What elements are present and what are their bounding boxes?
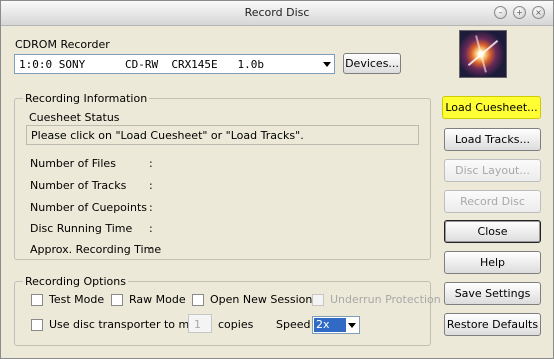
underrun-protection-label[interactable]: Underrun Protection [330,293,441,306]
load-cuesheet-button[interactable]: Load Cuesheet... [442,96,541,119]
window-title: Record Disc [244,6,310,19]
open-new-session-checkbox[interactable] [192,294,204,306]
test-mode-label[interactable]: Test Mode [49,293,104,306]
cuesheet-status-text: Please click on "Load Cuesheet" or "Load… [31,129,304,142]
disc-transporter-label[interactable]: Use disc transporter to make [49,318,209,331]
number-of-cuepoints-value: : [149,201,153,214]
minimize-icon[interactable]: – [494,6,507,19]
save-settings-button[interactable]: Save Settings [444,282,541,305]
title-bar[interactable]: Record Disc – + × [1,1,553,26]
cuesheet-status-box: Please click on "Load Cuesheet" or "Load… [26,125,419,145]
disc-transporter-checkbox[interactable] [31,319,43,331]
approx-recording-time-value: : [149,243,153,256]
record-disc-button[interactable]: Record Disc [444,190,541,213]
copies-value: 1 [194,318,201,331]
recorder-select[interactable]: 1:0:0 SONY CD-RW CRX145E 1.0b [14,54,335,74]
approx-recording-time-label: Approx. Recording Time [30,243,162,256]
number-of-files-label: Number of Files [30,157,116,170]
number-of-tracks-label: Number of Tracks [30,179,127,192]
speed-label: Speed [276,318,311,331]
close-icon[interactable]: × [532,6,545,19]
restore-defaults-button[interactable]: Restore Defaults [444,313,541,336]
close-button[interactable]: Close [444,220,541,243]
recording-information-label: Recording Information [23,92,150,105]
devices-button[interactable]: Devices... [343,53,401,74]
disc-layout-button[interactable]: Disc Layout... [444,159,541,182]
open-new-session-label[interactable]: Open New Session [210,293,312,306]
recorder-select-value: 1:0:0 SONY CD-RW CRX145E 1.0b [19,58,265,71]
underrun-protection-checkbox[interactable] [312,294,324,306]
raw-mode-label[interactable]: Raw Mode [129,293,186,306]
disc-running-time-value: : [149,222,153,235]
disc-running-time-label: Disc Running Time [30,222,133,235]
speed-select-value: 2x [314,318,346,332]
chevron-down-icon [348,323,356,328]
number-of-tracks-value: : [149,179,153,192]
chevron-down-icon [323,62,331,67]
raw-mode-checkbox[interactable] [111,294,123,306]
help-button[interactable]: Help [444,251,541,274]
test-mode-checkbox[interactable] [31,294,43,306]
recording-options-group [14,281,431,346]
number-of-files-value: : [149,157,153,170]
number-of-cuepoints-label: Number of Cuepoints [30,201,147,214]
recorder-label: CDROM Recorder [15,38,110,51]
speed-select[interactable]: 2x [312,316,360,334]
copies-label: copies [218,318,254,331]
recording-options-label: Recording Options [23,275,128,288]
cuesheet-status-label: Cuesheet Status [29,111,120,124]
load-tracks-button[interactable]: Load Tracks... [444,128,541,151]
record-disc-window: Record Disc – + × CDROM Recorder 1:0:0 S… [0,0,554,359]
copies-input[interactable]: 1 [188,314,212,333]
disc-logo-icon [459,30,507,78]
maximize-icon[interactable]: + [513,6,526,19]
